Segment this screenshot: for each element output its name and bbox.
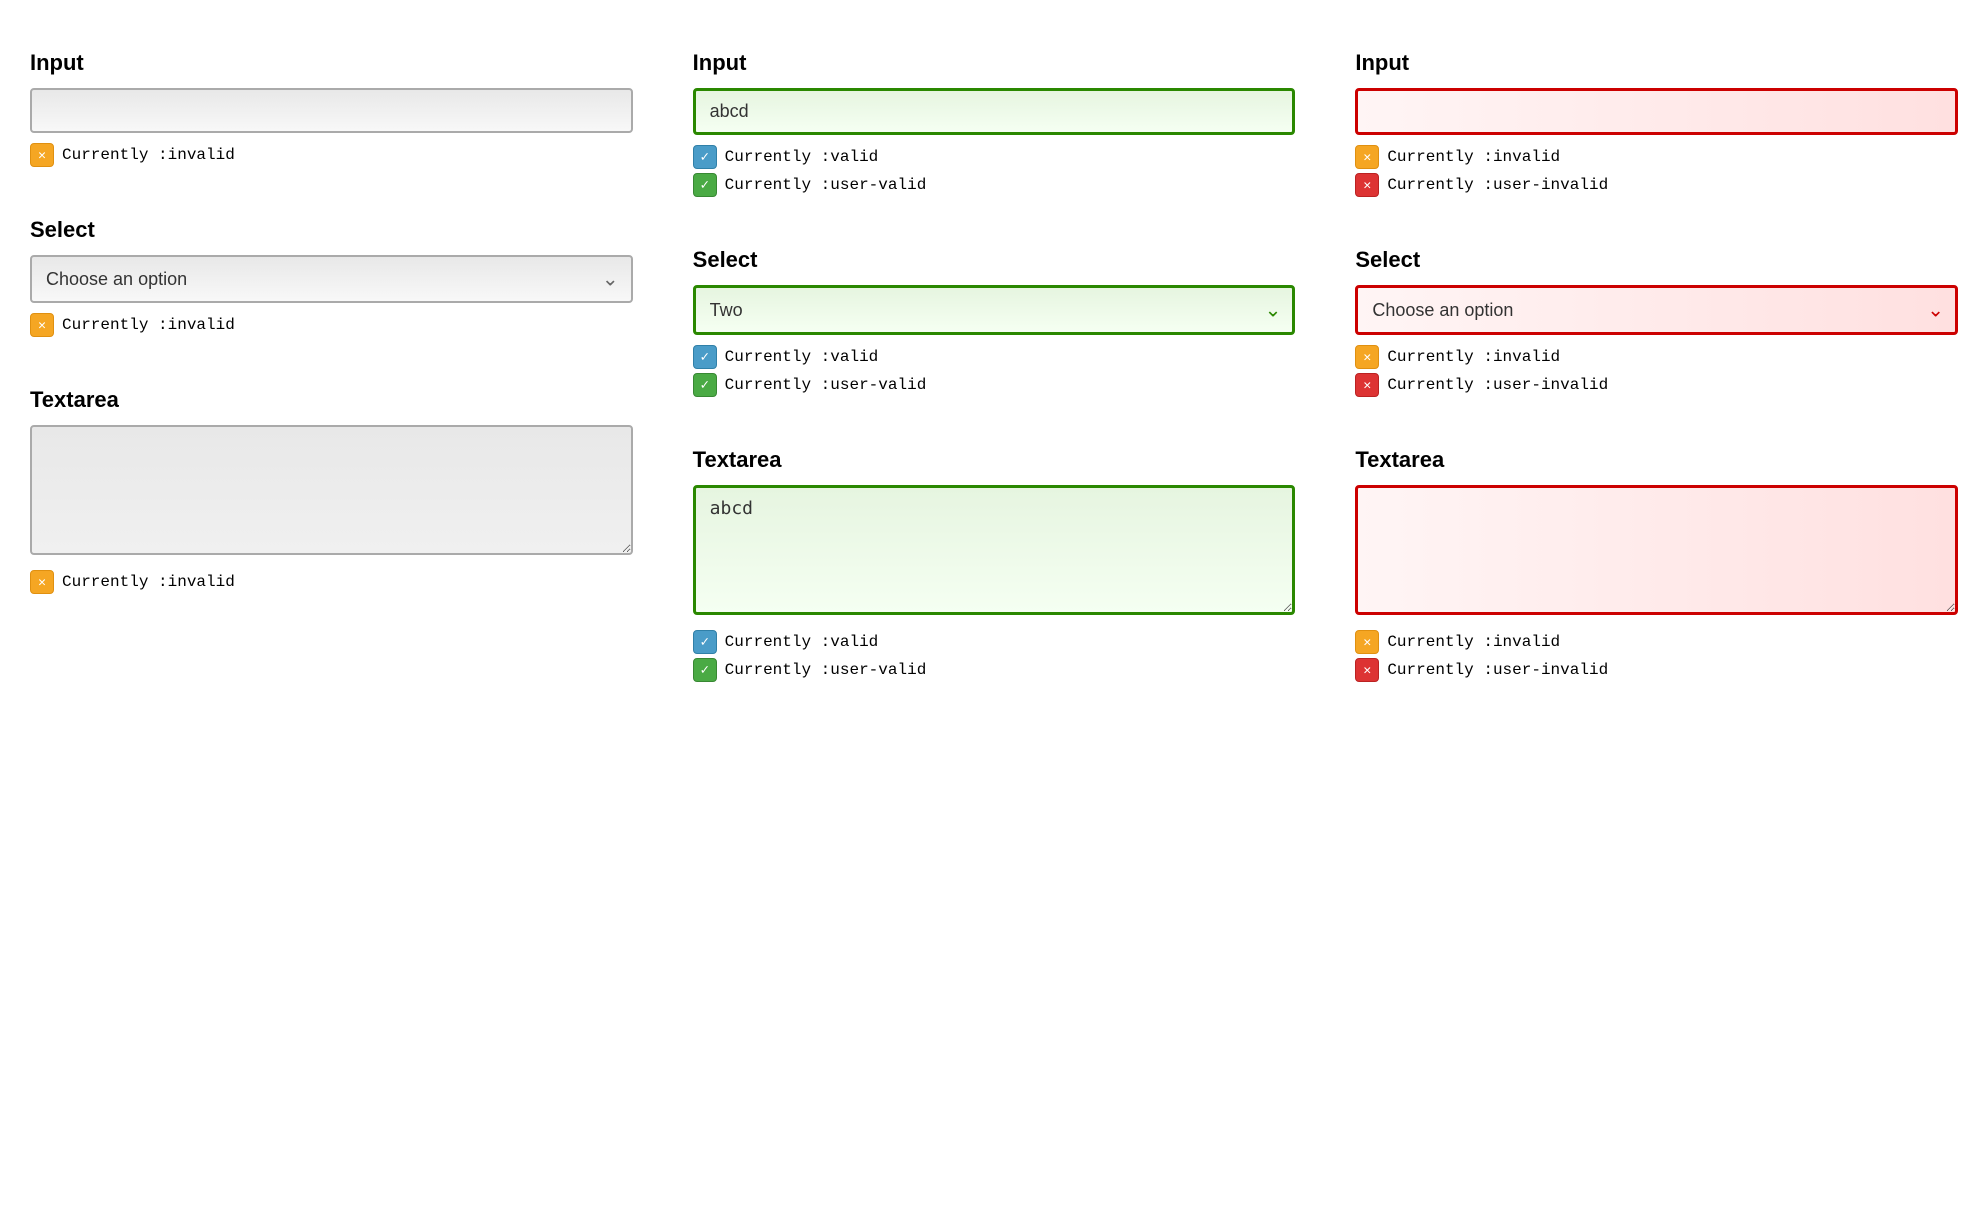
badge-red-x-icon	[1355, 173, 1379, 197]
input-valid-field[interactable]	[693, 88, 1296, 135]
select-valid-wrapper: Choose an option One Two Three ⌄	[693, 285, 1296, 335]
textarea-default-title: Textarea	[30, 387, 633, 413]
status-item-user-invalid: Currently :user-invalid	[1355, 373, 1958, 397]
status-item-valid: Currently :valid	[693, 630, 1296, 654]
input-invalid-field[interactable]	[1355, 88, 1958, 135]
cell-input-valid: Input Currently :valid Currently :user-v…	[683, 30, 1306, 227]
textarea-valid-status-list: Currently :valid Currently :user-valid	[693, 630, 1296, 682]
status-item-invalid: Currently :invalid	[1355, 630, 1958, 654]
status-text: Currently :valid	[725, 348, 879, 366]
textarea-default-field[interactable]	[30, 425, 633, 555]
select-default-status-list: Currently :invalid	[30, 313, 633, 337]
status-item: Currently :invalid	[30, 570, 633, 594]
badge-orange-x-icon	[30, 570, 54, 594]
badge-green-check-icon	[693, 658, 717, 682]
status-text: Currently :user-valid	[725, 176, 927, 194]
badge-green-check-icon	[693, 373, 717, 397]
main-grid: Input Currently :invalid Select Choose a…	[20, 30, 1968, 712]
input-default-field[interactable]	[30, 88, 633, 133]
status-item-valid: Currently :valid	[693, 345, 1296, 369]
input-invalid-status-list: Currently :invalid Currently :user-inval…	[1355, 145, 1958, 197]
badge-orange-x-icon	[1355, 145, 1379, 169]
cell-textarea-invalid: Textarea Currently :invalid Currently :u…	[1345, 427, 1968, 712]
cell-select-default: Select Choose an option One Two Three ⌄ …	[20, 197, 643, 367]
select-invalid-wrapper: Choose an option One Two Three ⌄	[1355, 285, 1958, 335]
status-item: Currently :invalid	[30, 143, 633, 167]
badge-red-x-icon	[1355, 373, 1379, 397]
textarea-invalid-title: Textarea	[1355, 447, 1958, 473]
status-item-invalid: Currently :invalid	[1355, 145, 1958, 169]
select-valid-status-list: Currently :valid Currently :user-valid	[693, 345, 1296, 397]
cell-textarea-valid: Textarea <span class="spell-error">abcd<…	[683, 427, 1306, 712]
cell-input-invalid: Input Currently :invalid Currently :user…	[1345, 30, 1968, 227]
status-text: Currently :user-valid	[725, 661, 927, 679]
status-text: Currently :user-valid	[725, 376, 927, 394]
select-default-field[interactable]: Choose an option One Two Three	[30, 255, 633, 303]
badge-green-check-icon	[693, 173, 717, 197]
status-item: Currently :invalid	[30, 313, 633, 337]
status-item-user-valid: Currently :user-valid	[693, 173, 1296, 197]
badge-red-x-icon	[1355, 658, 1379, 682]
badge-orange-x-icon	[30, 313, 54, 337]
status-item-user-valid: Currently :user-valid	[693, 373, 1296, 397]
status-text: Currently :invalid	[62, 316, 235, 334]
input-invalid-title: Input	[1355, 50, 1958, 76]
badge-blue-check-icon	[693, 345, 717, 369]
input-valid-status-list: Currently :valid Currently :user-valid	[693, 145, 1296, 197]
select-valid-field[interactable]: Choose an option One Two Three	[693, 285, 1296, 335]
input-default-status-list: Currently :invalid	[30, 143, 633, 167]
select-invalid-field[interactable]: Choose an option One Two Three	[1355, 285, 1958, 335]
cell-select-valid: Select Choose an option One Two Three ⌄ …	[683, 227, 1306, 427]
textarea-invalid-status-list: Currently :invalid Currently :user-inval…	[1355, 630, 1958, 682]
status-text: Currently :invalid	[1387, 348, 1560, 366]
input-default-title: Input	[30, 50, 633, 76]
status-text: Currently :invalid	[1387, 148, 1560, 166]
column-valid: Input Currently :valid Currently :user-v…	[683, 30, 1306, 712]
cell-select-invalid: Select Choose an option One Two Three ⌄ …	[1345, 227, 1968, 427]
status-text: Currently :valid	[725, 633, 879, 651]
status-item-user-invalid: Currently :user-invalid	[1355, 173, 1958, 197]
cell-input-default: Input Currently :invalid	[20, 30, 643, 197]
status-text: Currently :valid	[725, 148, 879, 166]
select-invalid-status-list: Currently :invalid Currently :user-inval…	[1355, 345, 1958, 397]
badge-orange-x-icon	[1355, 630, 1379, 654]
column-default: Input Currently :invalid Select Choose a…	[20, 30, 643, 712]
status-item-valid: Currently :valid	[693, 145, 1296, 169]
select-default-wrapper: Choose an option One Two Three ⌄	[30, 255, 633, 303]
status-text: Currently :invalid	[62, 573, 235, 591]
input-valid-title: Input	[693, 50, 1296, 76]
status-text: Currently :user-invalid	[1387, 176, 1608, 194]
status-text: Currently :user-invalid	[1387, 661, 1608, 679]
status-item-user-invalid: Currently :user-invalid	[1355, 658, 1958, 682]
status-item-invalid: Currently :invalid	[1355, 345, 1958, 369]
column-user-invalid: Input Currently :invalid Currently :user…	[1345, 30, 1968, 712]
cell-textarea-default: Textarea Currently :invalid	[20, 367, 643, 624]
status-item-user-valid: Currently :user-valid	[693, 658, 1296, 682]
select-valid-title: Select	[693, 247, 1296, 273]
badge-orange-x-icon	[30, 143, 54, 167]
select-default-title: Select	[30, 217, 633, 243]
select-invalid-title: Select	[1355, 247, 1958, 273]
textarea-valid-field[interactable]: <span class="spell-error">abcd</span>	[693, 485, 1296, 615]
textarea-valid-title: Textarea	[693, 447, 1296, 473]
badge-orange-x-icon	[1355, 345, 1379, 369]
badge-blue-check-icon	[693, 630, 717, 654]
textarea-default-status-list: Currently :invalid	[30, 570, 633, 594]
status-text: Currently :user-invalid	[1387, 376, 1608, 394]
status-text: Currently :invalid	[62, 146, 235, 164]
badge-blue-check-icon	[693, 145, 717, 169]
status-text: Currently :invalid	[1387, 633, 1560, 651]
textarea-invalid-field[interactable]	[1355, 485, 1958, 615]
